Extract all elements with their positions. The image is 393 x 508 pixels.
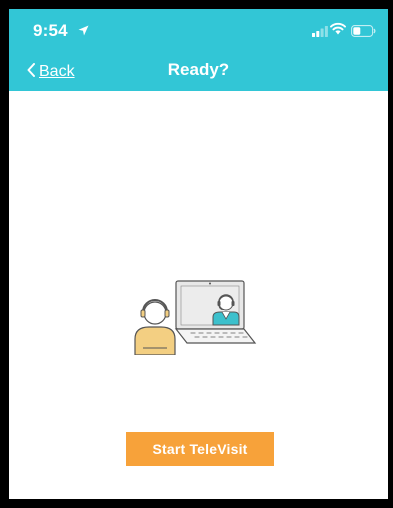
- status-bar: 9:54: [9, 9, 388, 49]
- televisit-illustration: [133, 279, 257, 356]
- page-title: Ready?: [167, 60, 230, 79]
- wifi-icon: [330, 22, 346, 40]
- app-screen: 9:54 Back Ready? Start TeleVisit: [9, 9, 388, 499]
- cellular-signal-icon: [312, 24, 328, 42]
- navigation-bar: Back Ready?: [9, 57, 388, 87]
- start-televisit-button[interactable]: Start TeleVisit: [126, 432, 274, 466]
- location-arrow-icon: [78, 23, 89, 41]
- battery-icon: [351, 24, 376, 42]
- header-bar: 9:54 Back Ready?: [9, 9, 388, 91]
- status-time: 9:54: [33, 21, 68, 40]
